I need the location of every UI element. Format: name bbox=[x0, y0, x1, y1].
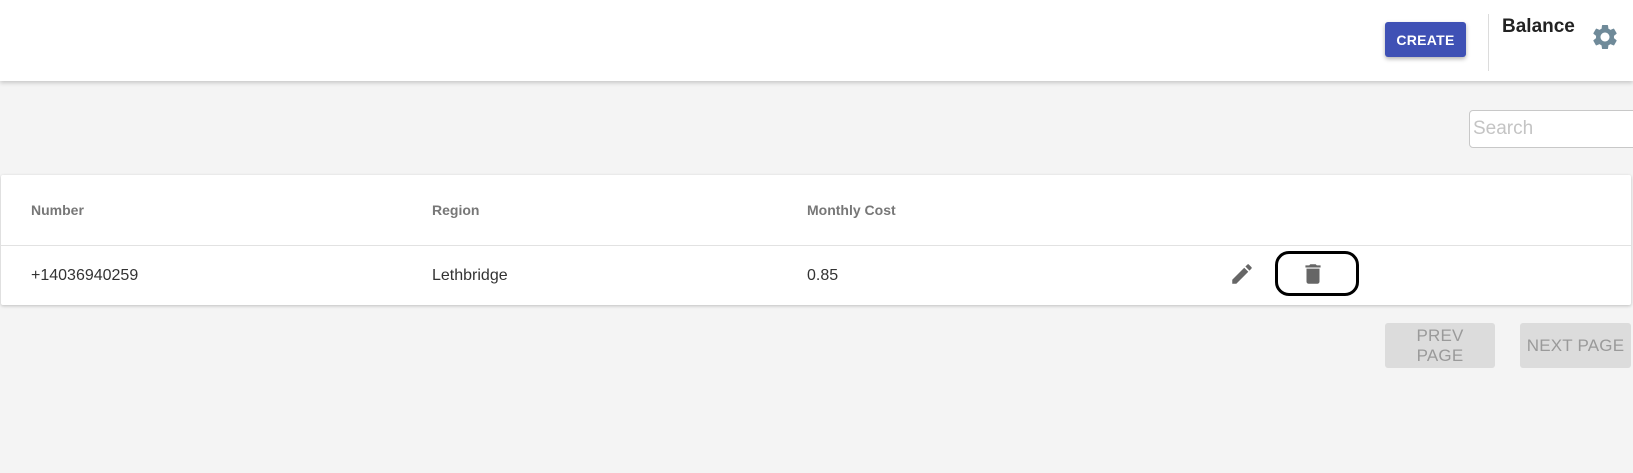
edit-button[interactable] bbox=[1227, 259, 1257, 289]
cell-number: +14036940259 bbox=[31, 267, 139, 284]
column-header-region: Region bbox=[432, 202, 480, 218]
top-app-bar: CREATE Balance bbox=[0, 0, 1633, 81]
numbers-table: Number Region Monthly Cost +14036940259 … bbox=[1, 175, 1631, 305]
column-header-number: Number bbox=[31, 202, 84, 218]
prev-page-button[interactable]: PREV PAGE bbox=[1385, 323, 1495, 368]
balance-label: Balance bbox=[1502, 16, 1575, 37]
delete-button[interactable] bbox=[1298, 259, 1328, 289]
gear-icon[interactable] bbox=[1590, 22, 1620, 52]
search-input[interactable] bbox=[1469, 110, 1633, 148]
table-header: Number Region Monthly Cost bbox=[1, 175, 1631, 246]
column-header-monthly-cost: Monthly Cost bbox=[807, 202, 896, 218]
cell-monthly-cost: 0.85 bbox=[807, 267, 839, 284]
table-row: +14036940259 Lethbridge 0.85 bbox=[1, 246, 1631, 305]
edit-icon bbox=[1232, 264, 1252, 284]
create-button[interactable]: CREATE bbox=[1385, 22, 1466, 57]
next-page-button[interactable]: NEXT PAGE bbox=[1520, 323, 1631, 368]
header-divider bbox=[1488, 14, 1489, 71]
cell-region: Lethbridge bbox=[432, 267, 508, 284]
delete-icon bbox=[1305, 264, 1321, 284]
